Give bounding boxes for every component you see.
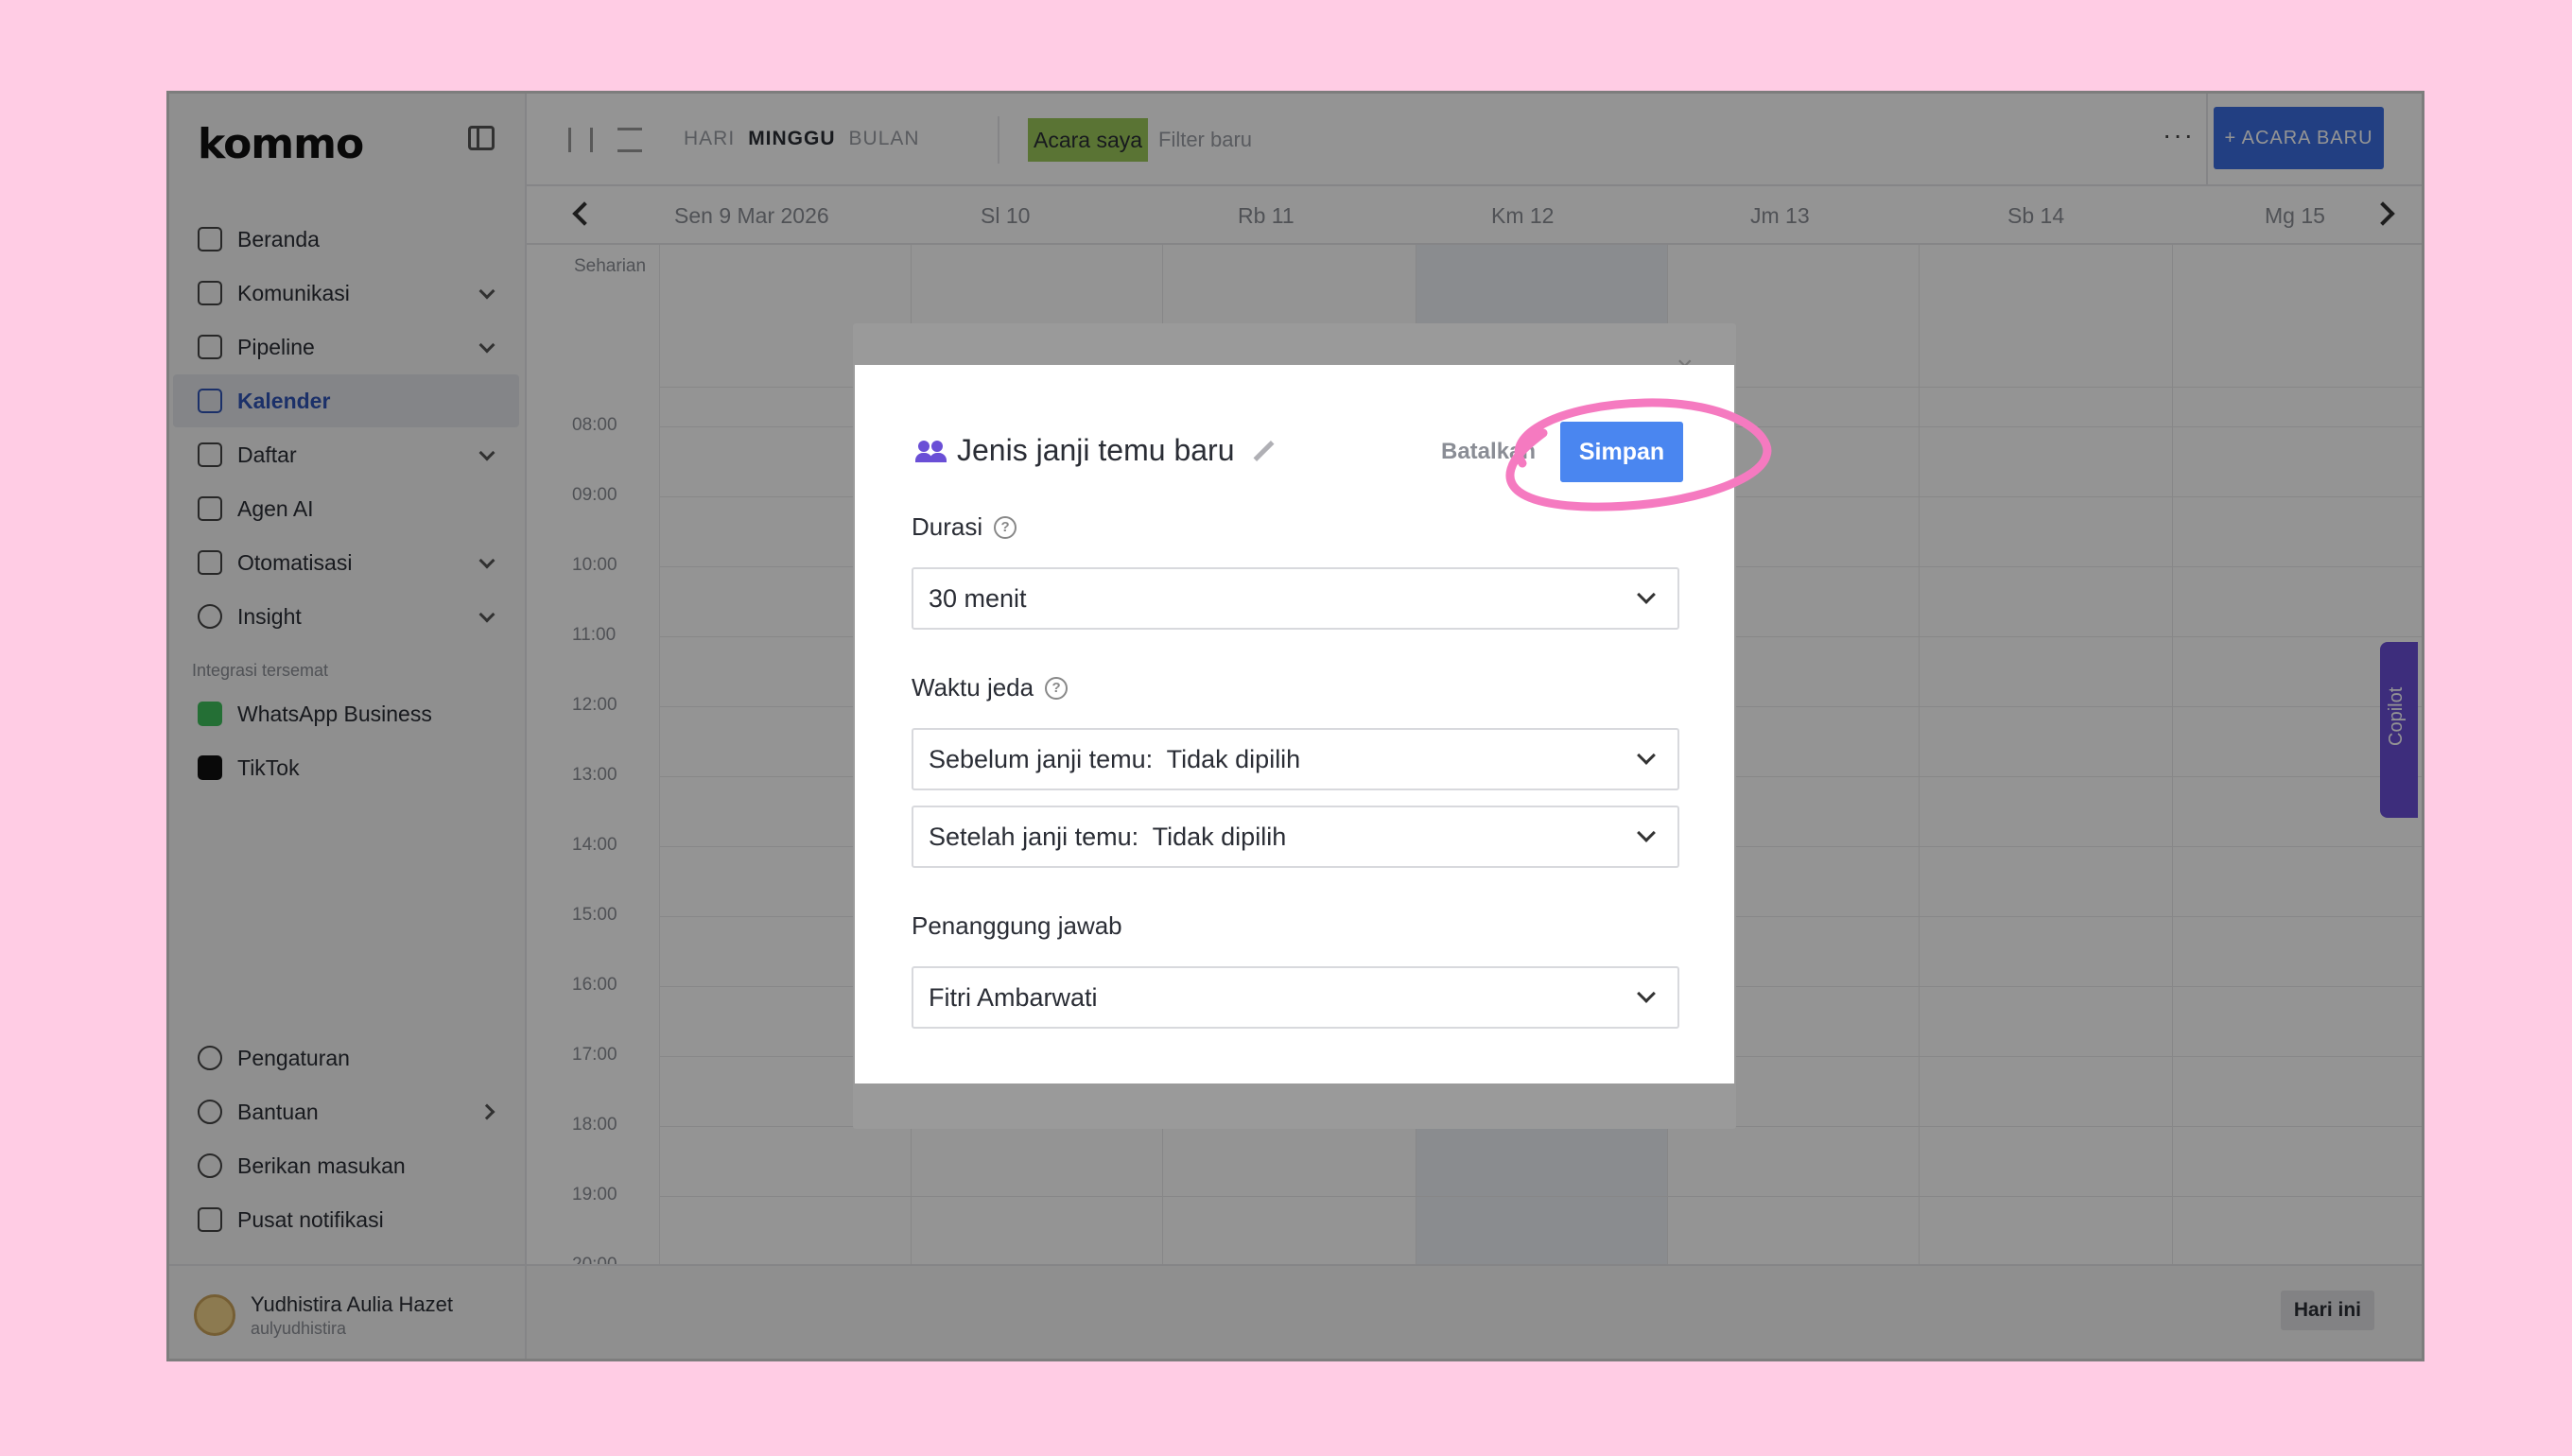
- edit-icon[interactable]: [1253, 441, 1274, 461]
- responsible-label-text: Penanggung jawab: [912, 911, 1122, 940]
- cancel-button[interactable]: Batalkan: [1441, 439, 1536, 465]
- people-icon: [915, 439, 947, 463]
- appointment-type-modal: Jenis janji temu baru Batalkan Simpan Du…: [855, 365, 1734, 1083]
- modal-title-text[interactable]: Jenis janji temu baru: [957, 433, 1234, 468]
- modal-title: Jenis janji temu baru: [915, 433, 1274, 468]
- responsible-value: Fitri Ambarwati: [929, 983, 1098, 1012]
- buffer-label-text: Waktu jeda: [912, 673, 1034, 702]
- help-icon[interactable]: ?: [994, 515, 1017, 539]
- before-buffer-value: Sebelum janji temu: Tidak dipilih: [929, 745, 1301, 773]
- save-button[interactable]: Simpan: [1560, 422, 1683, 482]
- after-buffer-value: Setelah janji temu: Tidak dipilih: [929, 823, 1287, 851]
- responsible-label: Penanggung jawab: [912, 911, 1122, 941]
- help-icon[interactable]: ?: [1045, 676, 1069, 700]
- before-buffer-select[interactable]: Sebelum janji temu: Tidak dipilih: [912, 728, 1679, 790]
- chevron-down-icon: [1637, 585, 1656, 604]
- responsible-select[interactable]: Fitri Ambarwati: [912, 966, 1679, 1029]
- after-buffer-select[interactable]: Setelah janji temu: Tidak dipilih: [912, 806, 1679, 868]
- duration-value: 30 menit: [929, 584, 1027, 613]
- chevron-down-icon: [1637, 746, 1656, 765]
- duration-select[interactable]: 30 menit: [912, 567, 1679, 630]
- duration-label-text: Durasi: [912, 512, 983, 541]
- chevron-down-icon: [1637, 984, 1656, 1003]
- duration-label: Durasi ?: [912, 512, 1017, 542]
- buffer-label: Waktu jeda ?: [912, 673, 1069, 702]
- chevron-down-icon: [1637, 823, 1656, 842]
